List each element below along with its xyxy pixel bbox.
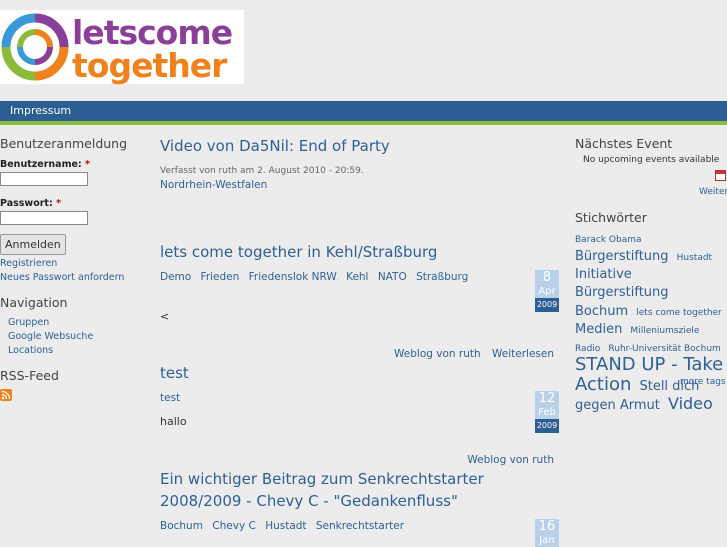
calendar-icon[interactable]: [715, 170, 726, 181]
term-link[interactable]: Chevy C: [212, 520, 256, 532]
date-day: 8: [535, 270, 559, 285]
post-terms: Bochum Chevy C Hustadt Senkrechtstarter: [160, 520, 410, 532]
left-sidebar: Benutzeranmeldung Benutzername: * Passwo…: [0, 130, 150, 401]
read-more-link[interactable]: Weiterlesen: [492, 348, 554, 360]
login-title: Benutzeranmeldung: [0, 136, 128, 151]
term-link[interactable]: Nordrhein-Westfalen: [160, 179, 267, 191]
post-date-badge: 12 Feb 2009: [535, 391, 559, 433]
date-month: Jan: [535, 534, 559, 547]
events-more-link[interactable]: Weiter: [699, 187, 727, 197]
term-link[interactable]: Kehl: [346, 271, 368, 283]
post-date-badge: 8 Apr 2009: [535, 270, 559, 312]
tag-link[interactable]: Radio: [575, 344, 600, 354]
nav-item-locations[interactable]: Locations: [0, 344, 150, 358]
rss-icon[interactable]: [0, 389, 12, 401]
term-link[interactable]: Senkrechtstarter: [316, 520, 404, 532]
login-button[interactable]: Anmelden: [0, 234, 66, 255]
term-link[interactable]: Hustadt: [265, 520, 306, 532]
password-label: Passwort: *: [0, 198, 62, 209]
term-link[interactable]: Straßburg: [416, 271, 468, 283]
primary-navbar: Impressum: [0, 101, 727, 125]
tag-link[interactable]: Bürgerstiftung: [575, 249, 669, 264]
post-date-badge: 16 Jan: [535, 519, 559, 547]
term-link[interactable]: NATO: [378, 271, 407, 283]
no-events-text: No upcoming events available: [583, 155, 720, 165]
nav-impressum[interactable]: Impressum: [10, 104, 71, 117]
username-input[interactable]: [0, 172, 88, 186]
blog-author-link[interactable]: Weblog von ruth: [394, 348, 481, 360]
date-month: Apr: [535, 285, 559, 298]
site-logo[interactable]: letscome together: [0, 10, 244, 85]
post-terms: Demo Frieden Friedenslok NRW Kehl NATO S…: [160, 271, 474, 283]
post-meta: Verfasst von ruth am 2. August 2010 - 20…: [160, 166, 364, 176]
logo-text-bottom: together: [72, 46, 227, 85]
navigation-title: Navigation: [0, 295, 68, 310]
tag-link[interactable]: Medien: [575, 322, 622, 337]
tag-link[interactable]: Bochum: [575, 304, 628, 319]
nav-item-gruppen[interactable]: Gruppen: [0, 316, 150, 330]
nav-item-google-websuche[interactable]: Google Websuche: [0, 330, 150, 344]
site-header: letscome together: [0, 0, 727, 100]
date-day: 12: [535, 391, 559, 406]
term-link[interactable]: Frieden: [201, 271, 240, 283]
tag-link[interactable]: lets come together: [636, 308, 722, 318]
tags-title: Stichwörter: [575, 210, 647, 225]
post-title[interactable]: Ein wichtiger Beitrag zum Senkrechtstart…: [160, 470, 484, 488]
term-link[interactable]: Bochum: [160, 520, 203, 532]
date-month: Feb: [535, 406, 559, 419]
new-password-link[interactable]: Neues Passwort anfordern: [0, 271, 150, 285]
post-title-line2[interactable]: 2008/2009 - Chevy C - "Gedankenfluss": [160, 492, 458, 510]
post-body: <: [160, 310, 170, 323]
tag-link[interactable]: Video: [668, 394, 713, 413]
register-link[interactable]: Registrieren: [0, 257, 150, 271]
post-terms: Nordrhein-Westfalen: [160, 179, 273, 191]
post-links: Weblog von ruth: [459, 454, 554, 466]
tag-link[interactable]: Milleniumsziele: [630, 326, 699, 336]
date-year: 2009: [535, 298, 559, 312]
post-title[interactable]: test: [160, 364, 189, 382]
post-body: hallo: [160, 415, 187, 428]
rss-title: RSS-Feed: [0, 368, 59, 383]
post-links: Weblog von ruth Weiterlesen: [386, 348, 554, 360]
tag-link[interactable]: Initiative Bürgerstiftung: [575, 267, 669, 300]
term-link[interactable]: Demo: [160, 271, 191, 283]
username-label: Benutzername: *: [0, 159, 91, 170]
tag-link[interactable]: Hustadt: [677, 253, 712, 263]
tag-link[interactable]: Barack Obama: [575, 235, 642, 245]
post-title[interactable]: lets come together in Kehl/Straßburg: [160, 243, 437, 261]
blog-author-link[interactable]: Weblog von ruth: [467, 454, 554, 466]
post-title[interactable]: Video von Da5Nil: End of Party: [160, 137, 390, 155]
date-day: 16: [535, 519, 559, 534]
term-link[interactable]: test: [160, 392, 180, 404]
events-title: Nächstes Event: [575, 136, 673, 151]
term-link[interactable]: Friedenslok NRW: [249, 271, 337, 283]
tag-link[interactable]: Ruhr-Universität Bochum: [608, 344, 720, 354]
date-year: 2009: [535, 419, 559, 433]
logo-swirl-icon: [1, 13, 69, 81]
password-input[interactable]: [0, 211, 88, 225]
more-tags-link[interactable]: more tags: [680, 377, 726, 387]
post-terms: test: [160, 392, 186, 404]
